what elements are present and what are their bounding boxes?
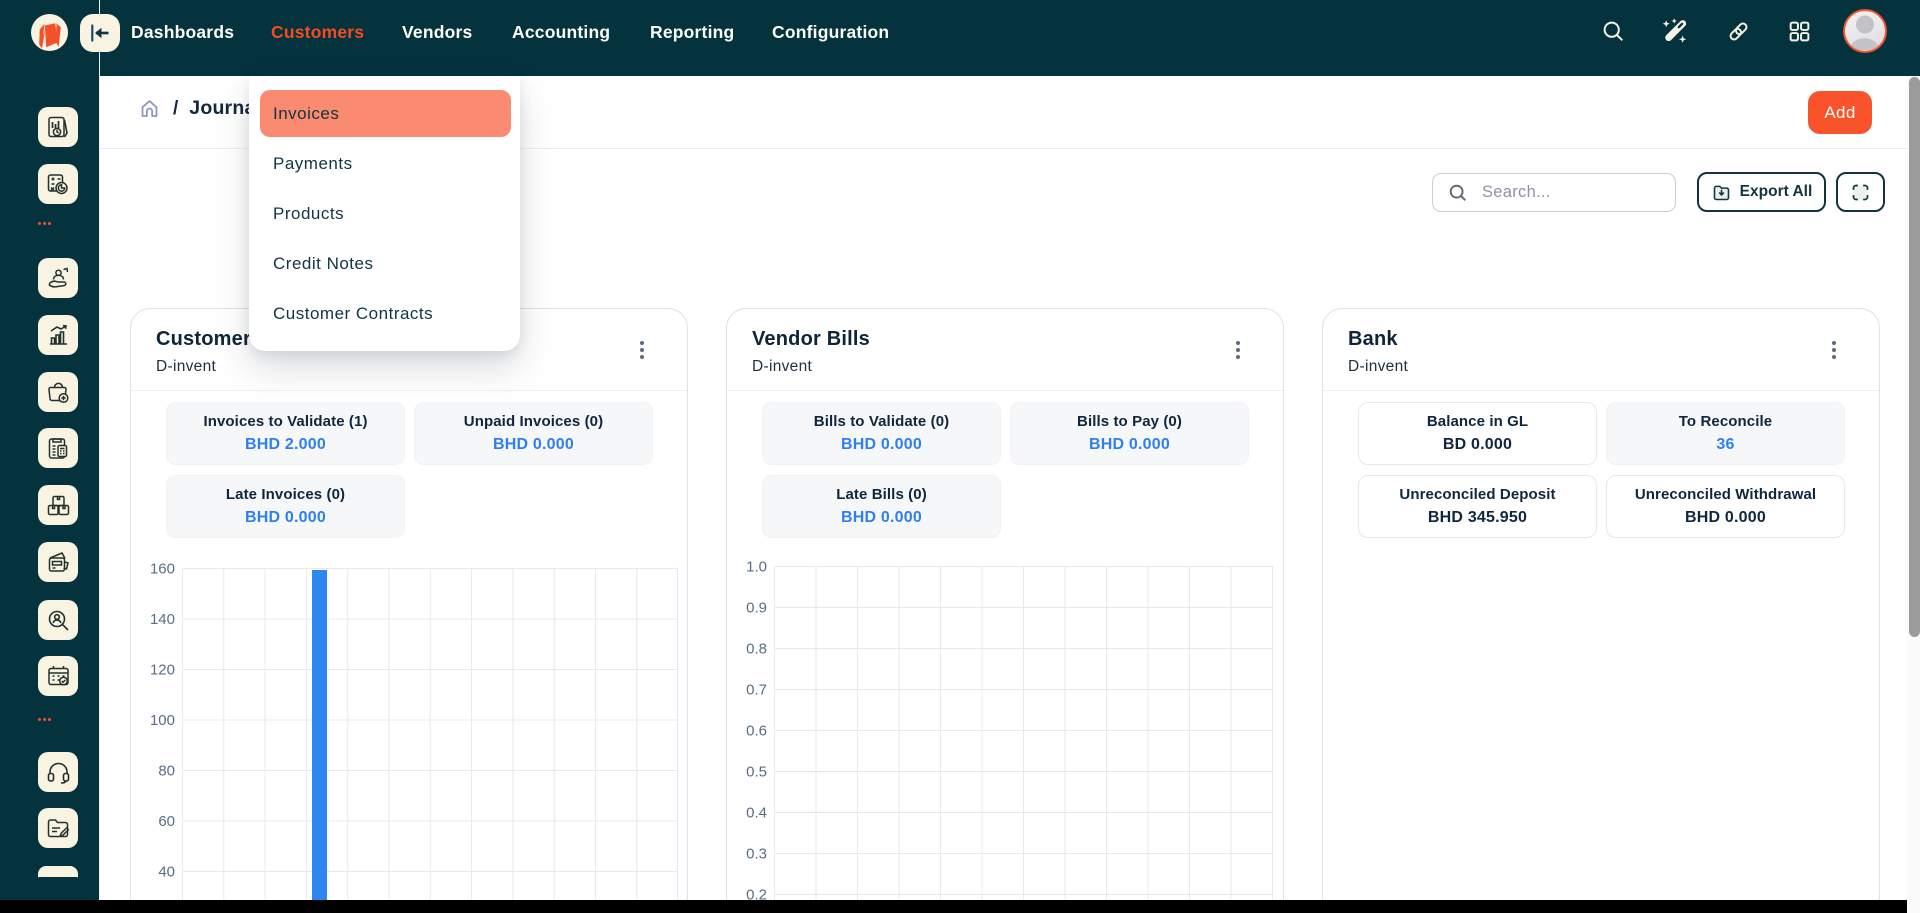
svg-text:120: 120 (150, 662, 175, 679)
svg-text:100: 100 (150, 712, 175, 729)
svg-text:160: 160 (150, 561, 175, 578)
svg-text:0.5: 0.5 (746, 764, 767, 781)
svg-text:0.4: 0.4 (746, 805, 767, 822)
svg-text:140: 140 (150, 611, 175, 628)
svg-text:0.8: 0.8 (746, 641, 767, 658)
svg-text:0.9: 0.9 (746, 600, 767, 617)
svg-text:0.6: 0.6 (746, 723, 767, 740)
svg-text:1.0: 1.0 (746, 559, 767, 576)
svg-text:0.7: 0.7 (746, 682, 767, 699)
svg-text:40: 40 (158, 864, 175, 881)
svg-text:60: 60 (158, 813, 175, 830)
svg-text:0.3: 0.3 (746, 846, 767, 863)
svg-text:80: 80 (158, 763, 175, 780)
